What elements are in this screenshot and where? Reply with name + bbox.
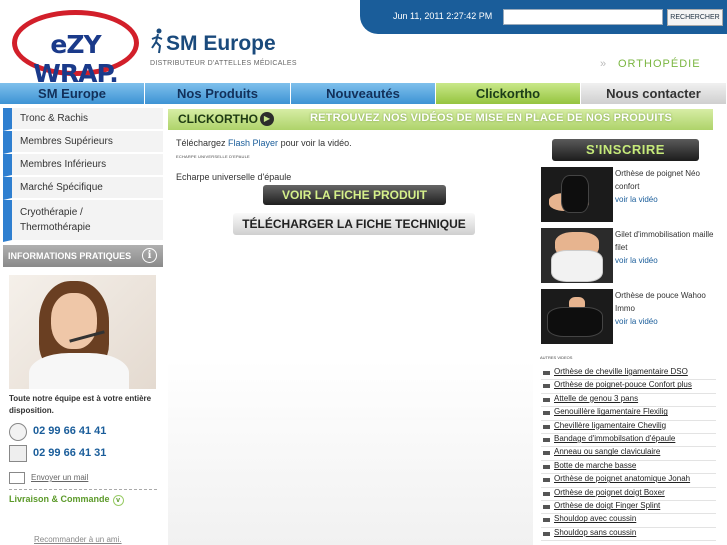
video-name: Gilet d'immobilisation maille filet voir… [615,228,721,267]
watch-video-link[interactable]: voir la vidéo [615,315,721,328]
recommend-friend-link[interactable]: Recommander à un ami. [34,535,122,544]
nav-sm-europe[interactable]: SM Europe [0,83,145,104]
phone-row: 02 99 66 41 41 [9,422,159,442]
video-thumbnail[interactable] [541,167,613,222]
send-mail-link[interactable]: Envoyer un mail [31,473,88,482]
sidebar-menu: Tronc & Rachis Membres Supérieurs Membre… [3,108,163,242]
date-display: Jun 11, 2011 2:27:42 PM [393,11,493,21]
sidebar-item-membres-superieurs[interactable]: Membres Supérieurs [3,131,163,154]
mail-icon [9,472,25,484]
search-button[interactable]: RECHERCHER [667,9,723,26]
sidebar-item-membres-inferieurs[interactable]: Membres Inférieurs [3,154,163,177]
info-icon: i [142,248,157,263]
info-text: Toute notre équipe est à votre entière d… [9,394,152,415]
flash-prefix: Téléchargez [176,138,229,148]
flash-player-link[interactable]: Flash Player [228,138,278,148]
info-title: INFORMATIONS PRATIQUES [8,251,132,261]
brand-title[interactable]: SM Europe [166,32,276,56]
video-name: Orthèse de poignet Néo confort voir la v… [615,167,721,206]
livraison-commande-toggle[interactable]: Livraison & Commande v [9,489,157,507]
watch-video-link[interactable]: voir la vidéo [615,254,721,267]
runner-icon [151,28,163,54]
list-item[interactable]: Orthèse de poignet doigt Boxer [541,488,716,501]
other-videos-title: AUTRES VIDEOS [540,355,573,360]
main-nav: SM Europe Nos Produits Nouveautés Clicko… [0,83,727,104]
subscribe-button[interactable]: S'INSCRIRE [552,139,699,161]
double-chevron-icon: » [600,58,607,70]
phone-number: 02 99 66 41 41 [33,425,107,437]
sidebar-item-cryotherapie[interactable]: Cryothérapie / Thermothérapie [3,200,163,242]
flash-suffix: pour voir la vidéo. [278,138,352,148]
play-icon: ▶ [260,112,274,126]
list-item[interactable]: Shouldop sans coussin [541,528,716,542]
video-thumbnail[interactable] [541,228,613,283]
mail-row: Envoyer un mail [9,471,159,487]
video-item: Gilet d'immobilisation maille filet voir… [541,228,721,284]
nav-clickortho[interactable]: Clickortho [436,83,581,104]
list-item[interactable]: Botte de marche basse [541,461,716,475]
other-videos-list: Orthèse de cheville ligamentaire DSO Ort… [541,367,716,542]
nav-nos-produits[interactable]: Nos Produits [145,83,291,104]
info-header: INFORMATIONS PRATIQUES i [3,245,163,267]
list-item[interactable]: Orthèse de cheville ligamentaire DSO [541,367,716,381]
section-title: ORTHOPÉDIE [618,58,701,70]
watch-video-link[interactable]: voir la vidéo [615,193,721,206]
list-item[interactable]: Orthèse de doigt Finger Splint [541,501,716,515]
list-item[interactable]: Bandage d'immobilsation d'épaule [541,434,716,448]
customer-service-photo [9,275,156,389]
banner-tagline: RETROUVEZ NOS VIDÉOS DE MISE EN PLACE DE… [310,112,673,124]
clickortho-banner: CLICKORTHO ▶ RETROUVEZ NOS VIDÉOS DE MIS… [168,109,713,130]
sidebar-item-tronc-rachis[interactable]: Tronc & Rachis [3,108,163,131]
search-input[interactable] [503,9,663,25]
phone-icon [9,423,27,441]
list-item[interactable]: Chevillère ligamentaire Chevilig [541,421,716,434]
chevron-down-icon: v [112,495,124,506]
video-item: Orthèse de pouce Wahoo Immo voir la vidé… [541,289,721,345]
list-item[interactable]: Genouillère ligamentaire Flexilig [541,407,716,421]
livraison-label: Livraison & Commande [9,494,110,504]
list-item[interactable]: Orthèse de poignet-pouce Confort plus [541,380,716,394]
video-thumbnail[interactable] [541,289,613,344]
sidebar-item-marche-specifique[interactable]: Marché Spécifique [3,177,163,200]
ezywrap-logo-text: eZY WRAP. [33,30,118,88]
product-name: Echarpe universelle d'épaule [176,172,292,182]
list-item[interactable]: Orthèse de poignet anatomique Jonah [541,474,716,488]
brand-subtitle: DISTRIBUTEUR D'ATTELLES MÉDICALES [150,60,297,67]
fax-number: 02 99 66 41 31 [33,447,107,459]
list-item[interactable]: Anneau ou sangle claviculaire [541,447,716,461]
content-fade [168,360,533,545]
list-item[interactable]: Shouldop avec coussin [541,514,716,528]
nav-nous-contacter[interactable]: Nous contacter [581,83,727,104]
list-item[interactable]: Attelle de genou 3 pans [541,394,716,408]
download-tech-sheet-button[interactable]: TÉLÉCHARGER LA FICHE TECHNIQUE [233,213,475,235]
fax-row: 02 99 66 41 31 [9,444,159,464]
view-product-button[interactable]: VOIR LA FICHE PRODUIT [263,185,446,205]
banner-title: CLICKORTHO [178,112,258,126]
flash-notice: Téléchargez Flash Player pour voir la vi… [176,138,352,148]
video-title-small: ECHARPE UNIVERSELLE D'EPAULE [176,154,250,159]
nav-nouveautes[interactable]: Nouveautés [291,83,436,104]
fax-icon [9,445,27,462]
video-name: Orthèse de pouce Wahoo Immo voir la vidé… [615,289,721,328]
video-item: Orthèse de poignet Néo confort voir la v… [541,167,721,223]
